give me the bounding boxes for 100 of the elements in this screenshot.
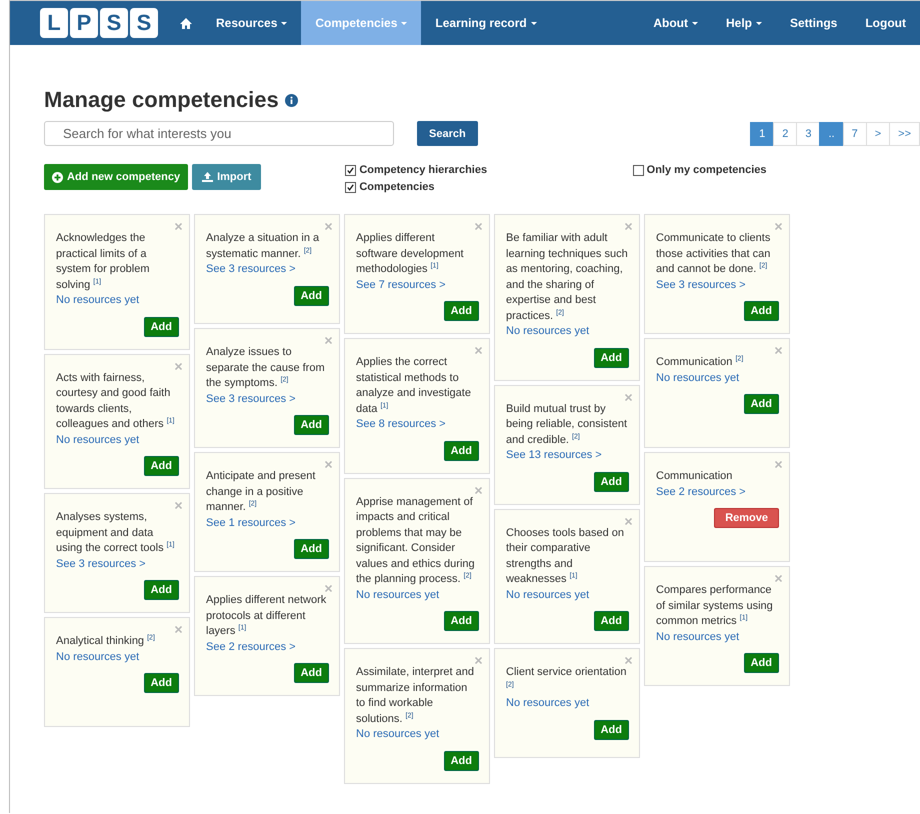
logo-letter[interactable]: L [40, 8, 68, 38]
close-icon[interactable] [175, 626, 182, 633]
close-icon[interactable] [325, 461, 332, 468]
checkbox-label[interactable]: Competencies [359, 181, 435, 193]
logo-letter[interactable]: S [100, 8, 128, 38]
add-button[interactable]: Add [144, 316, 179, 336]
resources-link[interactable]: No resources yet [356, 588, 479, 603]
competency-text: Chooses tools based on their comparative strengths and weaknesses $^{[1]}$ [506, 526, 626, 587]
resources-link[interactable]: No resources yet [506, 324, 629, 340]
logo-letter[interactable]: P [70, 8, 98, 38]
checkbox[interactable] [345, 164, 356, 176]
add-button[interactable]: Add [444, 440, 479, 460]
add-button[interactable]: Add [744, 301, 779, 321]
add-button[interactable]: Add [444, 750, 479, 770]
add-button[interactable]: Add [444, 611, 479, 631]
close-icon[interactable] [775, 461, 782, 468]
competency-text: Acts with fairness, courtesy and good faith towards clients, colleagues and others $^{[1]}$ [56, 370, 176, 432]
competency-text: Analytical thinking $^{[2]}$ [56, 634, 156, 649]
close-icon[interactable] [175, 502, 182, 509]
resources-link[interactable]: See 2 resources > [206, 640, 329, 655]
close-icon[interactable] [775, 347, 782, 354]
info-icon[interactable] [284, 94, 298, 106]
home-icon[interactable] [180, 18, 192, 28]
resources-link[interactable]: See 3 resources > [206, 262, 329, 278]
resources-link[interactable]: No resources yet [506, 696, 629, 712]
page-link[interactable]: .. [819, 122, 844, 146]
add-button[interactable]: Add [594, 348, 629, 368]
resources-link[interactable]: See 8 resources > [356, 417, 479, 432]
competency-text: Analyze a situation in a systematic manner. $^{[2]}$ [206, 231, 320, 262]
add-button[interactable]: Add [144, 580, 179, 600]
add-competency-button[interactable]: Add new competency [44, 164, 188, 190]
nav-menu-item[interactable]: Settings [776, 1, 852, 45]
import-button[interactable]: Import [192, 164, 262, 190]
close-icon[interactable] [775, 575, 782, 582]
close-icon[interactable] [625, 657, 632, 664]
close-icon[interactable] [325, 585, 332, 592]
checkbox-label[interactable]: Competency hierarchies [359, 164, 488, 176]
resources-link[interactable]: No resources yet [506, 588, 629, 603]
resources-link[interactable]: See 3 resources > [56, 556, 179, 572]
page-link[interactable]: > [866, 122, 890, 146]
add-button[interactable]: Add [294, 415, 329, 435]
resources-link[interactable]: No resources yet [656, 630, 779, 645]
page-link[interactable]: >> [889, 122, 920, 146]
add-button[interactable]: Add [144, 673, 179, 693]
nav-menu-item[interactable]: Resources [202, 1, 302, 45]
add-button[interactable]: Add [144, 456, 179, 476]
resources-link[interactable]: See 2 resources > [656, 484, 779, 500]
competency-text: Communication [656, 469, 734, 484]
add-button[interactable]: Add [594, 720, 629, 740]
add-button[interactable]: Add [744, 653, 779, 673]
add-button[interactable]: Add [444, 301, 479, 321]
close-icon[interactable] [475, 657, 482, 664]
add-button[interactable]: Add [294, 286, 329, 306]
resources-link[interactable]: See 3 resources > [656, 278, 779, 293]
resources-link[interactable]: See 13 resources > [506, 448, 629, 464]
add-button[interactable]: Add [594, 472, 629, 492]
nav-menu-item[interactable]: Learning record [421, 1, 551, 45]
close-icon[interactable] [475, 486, 482, 494]
resources-link[interactable]: No resources yet [56, 650, 179, 665]
resources-link[interactable]: See 7 resources > [356, 278, 479, 293]
add-button[interactable]: Add [294, 663, 329, 683]
close-icon[interactable] [775, 223, 782, 230]
competency-text: Be familiar with adult learning techniques such as mentoring, coaching, and the sharing of expertise and best practices. $^{[2]}$ [506, 231, 629, 324]
close-icon[interactable] [475, 347, 482, 354]
checkbox[interactable] [632, 164, 644, 176]
close-icon[interactable] [175, 362, 182, 370]
resources-link[interactable]: No resources yet [56, 432, 179, 448]
resources-link[interactable]: See 3 resources > [206, 392, 329, 407]
close-icon[interactable] [325, 223, 332, 230]
close-icon[interactable] [625, 394, 632, 400]
checkbox-label[interactable]: Only my competencies [646, 164, 766, 176]
add-button[interactable]: Add [594, 611, 629, 631]
close-icon[interactable] [625, 518, 632, 524]
close-icon[interactable] [625, 223, 632, 230]
plus-circle-icon [52, 172, 63, 182]
close-icon[interactable] [325, 337, 332, 344]
nav-menu-item[interactable]: Help [712, 1, 776, 45]
page-link[interactable]: 7 [842, 122, 867, 146]
competency-text: Communication $^{[2]}$ [656, 355, 744, 370]
checkbox[interactable] [345, 182, 356, 192]
resources-link[interactable]: No resources yet [656, 370, 779, 386]
search-button[interactable]: Search [417, 121, 478, 146]
competency-text: Apprise management of impacts and critical problems that may be significant. Consider values and ethics during the planning process. $^{[2]}$ [356, 494, 476, 587]
page-link[interactable]: 3 [796, 122, 820, 146]
close-icon[interactable] [175, 223, 182, 230]
add-button[interactable]: Add [294, 539, 329, 559]
resources-link[interactable]: See 1 resources > [206, 516, 329, 531]
page-link[interactable]: 2 [773, 122, 798, 146]
logo-letter[interactable]: S [130, 8, 158, 38]
close-icon[interactable] [475, 223, 482, 230]
search-field[interactable]: Search for what interests you [44, 121, 394, 146]
resources-link[interactable]: No resources yet [356, 727, 479, 742]
add-button[interactable]: Add [744, 394, 779, 414]
competency-text: Applies different software development methodologies $^{[1]}$ [356, 231, 465, 277]
resources-link[interactable]: No resources yet [56, 293, 179, 308]
remove-button[interactable]: Remove [714, 508, 779, 528]
nav-menu-item[interactable]: About [639, 1, 712, 45]
nav-menu-item[interactable]: Logout [851, 1, 920, 45]
page-link[interactable]: 1 [750, 122, 774, 146]
competency-text: Analyze issues to separate the cause from the symptoms. $^{[2]}$ [206, 345, 326, 391]
